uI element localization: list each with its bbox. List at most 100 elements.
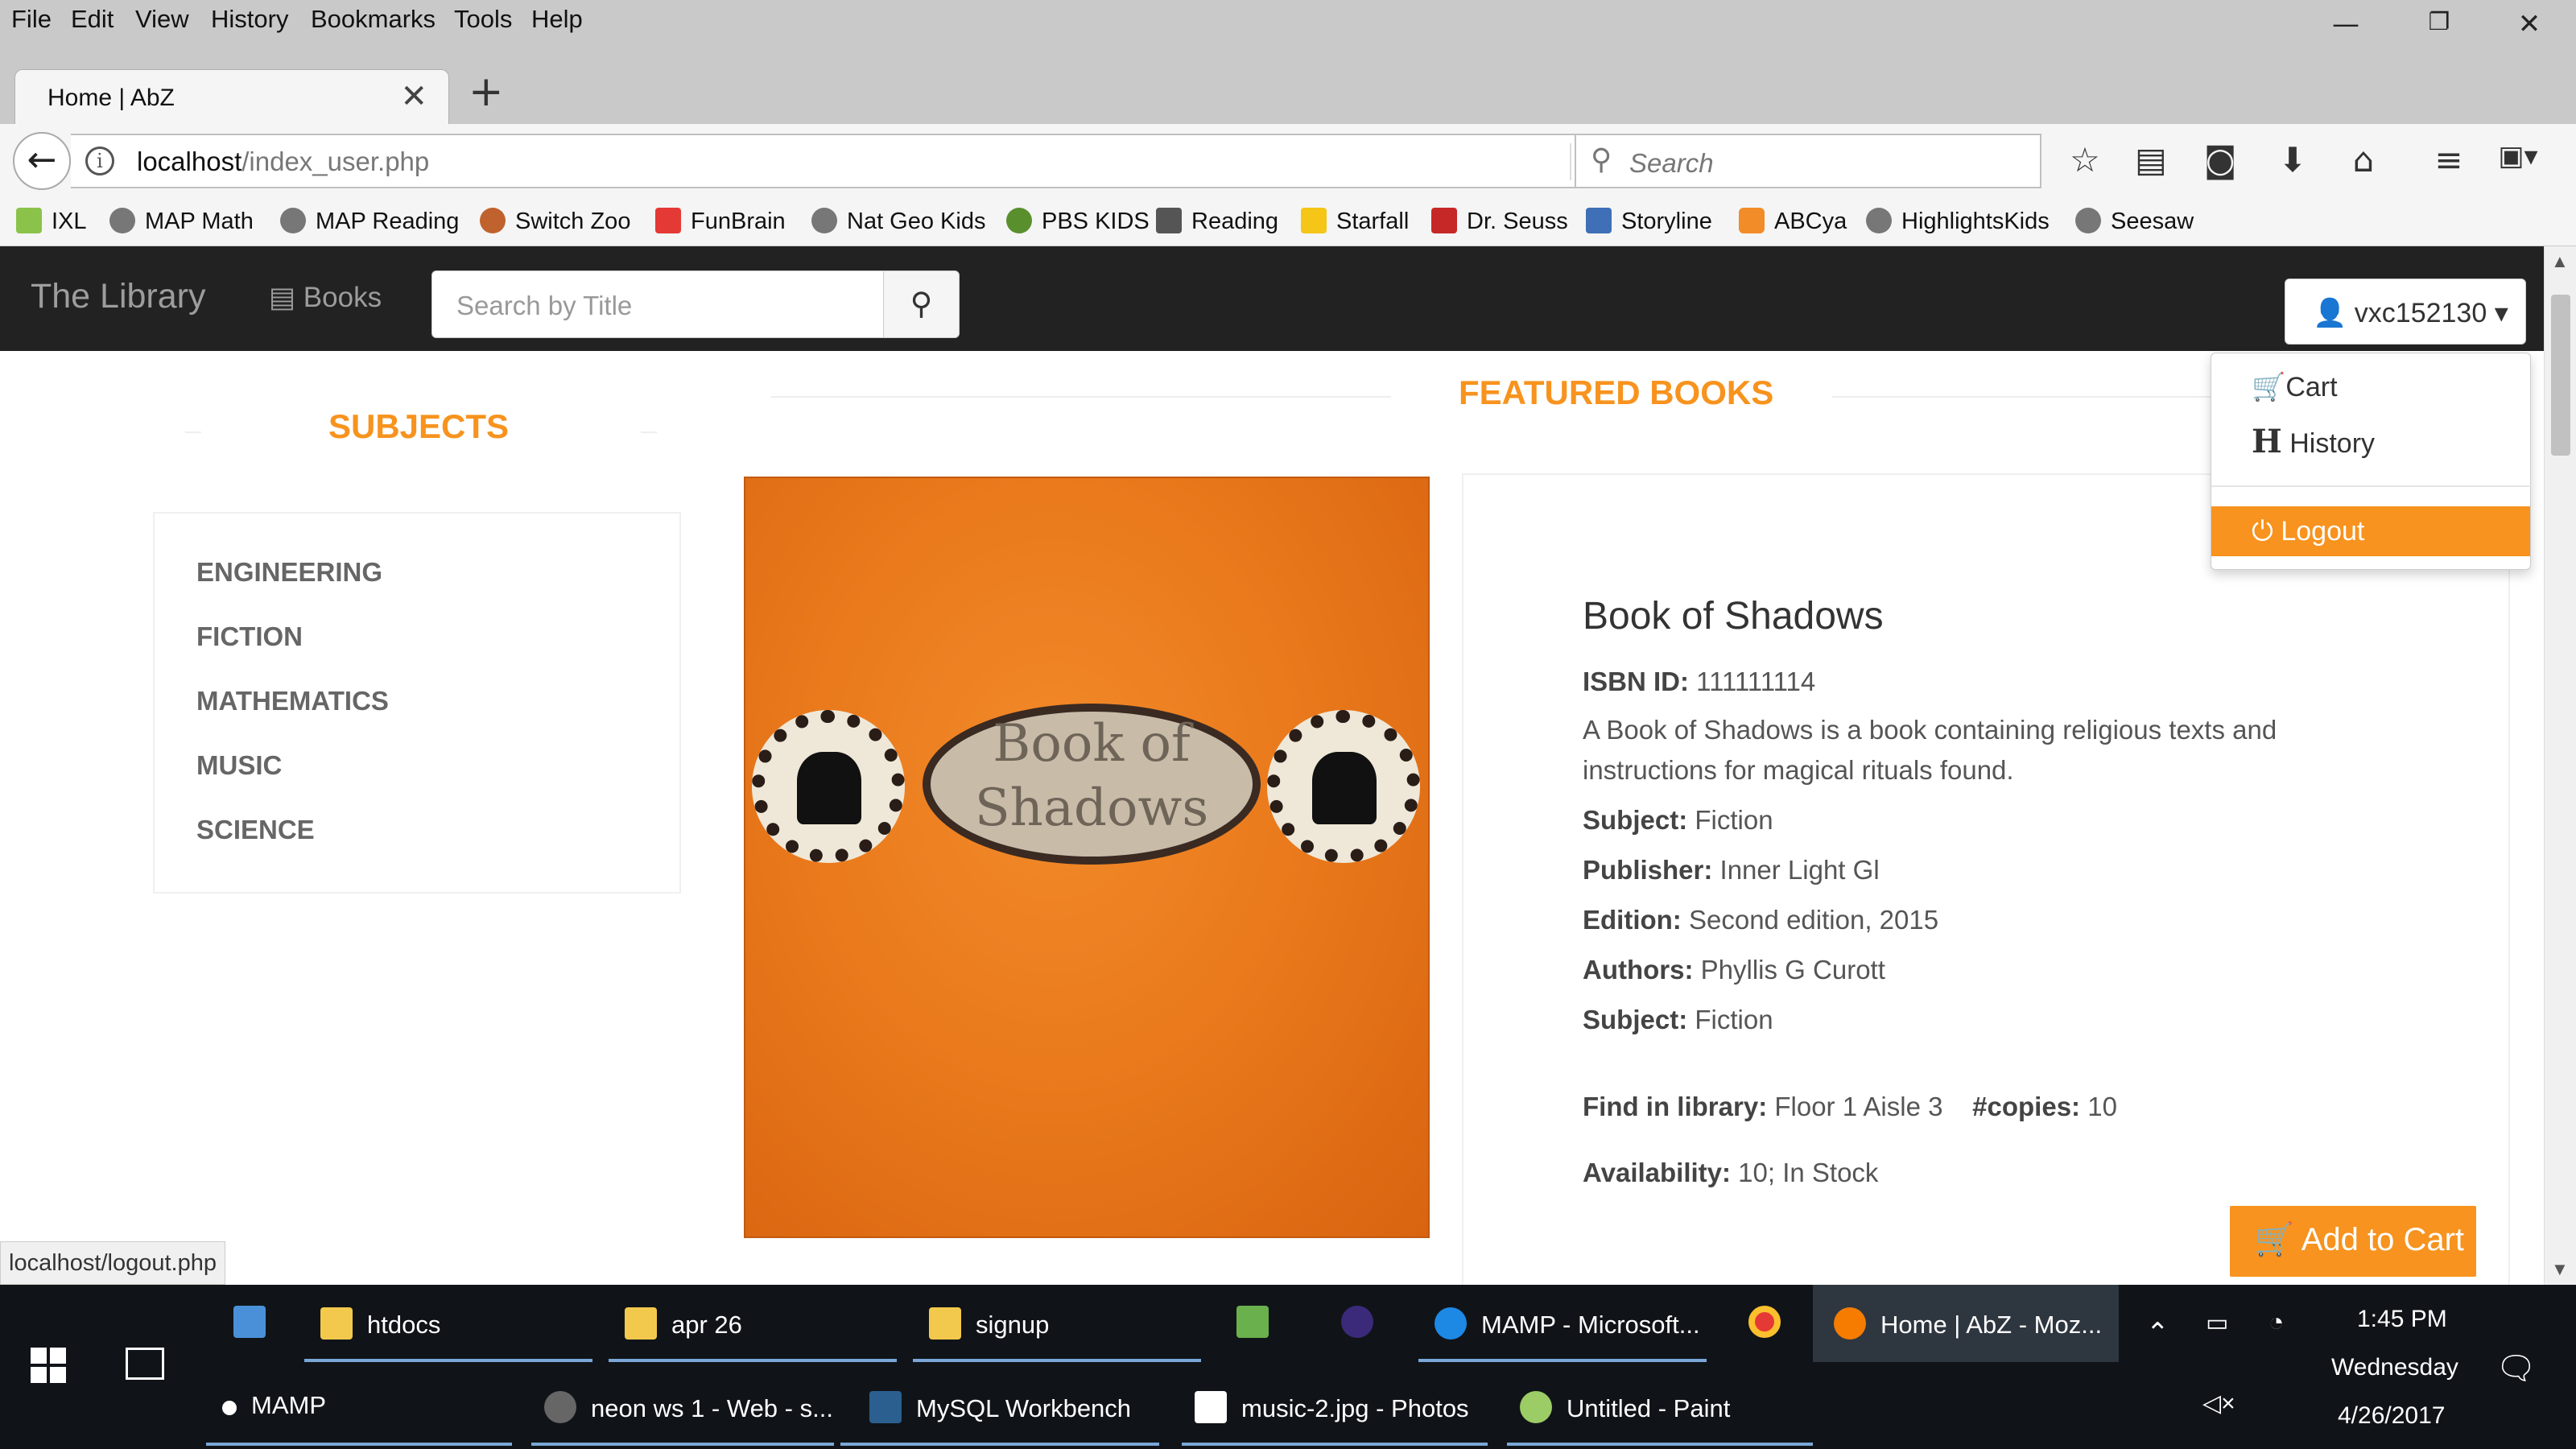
menu-history[interactable]: H History: [2252, 423, 2375, 460]
books-link[interactable]: ▤ Books: [269, 282, 382, 314]
url-bar[interactable]: i localhost/index_user.php ↻: [71, 134, 1642, 188]
add-to-cart-button[interactable]: 🛒 Add to Cart: [2230, 1206, 2476, 1277]
bookmark-ixl[interactable]: IXL: [16, 208, 87, 235]
site-brand[interactable]: The Library: [31, 277, 205, 316]
browser-search-input[interactable]: ⚲ Search: [1575, 134, 2041, 188]
scroll-thumb[interactable]: [2551, 295, 2570, 456]
windows-start-icon[interactable]: [31, 1348, 66, 1383]
subject-engineering[interactable]: ENGINEERING: [196, 557, 382, 588]
close-window-icon[interactable]: ✕: [2505, 8, 2553, 48]
globe-icon: [109, 208, 135, 233]
menu-logout[interactable]: ⏻ Logout: [2211, 506, 2530, 556]
subjects-divider-right: [641, 431, 657, 433]
taskbar-eclipse[interactable]: [1341, 1306, 1388, 1338]
computer-icon: [233, 1306, 266, 1338]
scroll-down-icon[interactable]: ▼: [2551, 1259, 2569, 1280]
taskbar-signup[interactable]: signup: [929, 1307, 1049, 1340]
photos-icon: [1195, 1391, 1227, 1423]
bookmark-starfall[interactable]: Starfall: [1301, 208, 1409, 235]
tab-home[interactable]: Home | AbZ ✕: [14, 69, 449, 126]
volume-muted-icon[interactable]: ◁×: [2202, 1389, 2235, 1418]
mamp-icon: [222, 1401, 237, 1415]
book-cover-image[interactable]: Book of Shadows: [744, 477, 1430, 1238]
taskbar-apr26[interactable]: apr 26: [625, 1307, 742, 1340]
bookmark-pbs-kids[interactable]: PBS KIDS: [1006, 208, 1150, 235]
menu-edit[interactable]: Edit: [71, 5, 114, 34]
restore-icon[interactable]: ❐: [2415, 8, 2463, 48]
search-icon: ⚲: [1591, 143, 1612, 176]
menu-bookmarks[interactable]: Bookmarks: [311, 5, 436, 34]
browser-search-placeholder: Search: [1629, 148, 1714, 178]
tab-close-icon[interactable]: ✕: [400, 78, 427, 115]
taskbar-htdocs[interactable]: htdocs: [320, 1307, 440, 1340]
user-dropdown-button[interactable]: 👤 vxc152130 ▾: [2285, 279, 2526, 345]
bookmark-reading[interactable]: Reading: [1156, 208, 1278, 235]
bookmark-switch-zoo[interactable]: Switch Zoo: [480, 208, 630, 235]
bookmark-highlightskids[interactable]: HighlightsKids: [1866, 208, 2050, 235]
scroll-up-icon[interactable]: ▲: [2551, 251, 2569, 272]
menu-cart[interactable]: 🛒Cart: [2252, 371, 2338, 403]
minimize-icon[interactable]: —: [2322, 8, 2370, 48]
ixl-icon: [16, 208, 42, 233]
subject-fiction[interactable]: FICTION: [196, 621, 303, 652]
dr-seuss-icon: [1431, 208, 1457, 233]
taskbar-underline: [1507, 1443, 1813, 1446]
menu-history[interactable]: History: [211, 5, 288, 34]
subject-science[interactable]: SCIENCE: [196, 815, 315, 845]
show-hidden-icons-chevron-icon[interactable]: ⌃: [2146, 1317, 2169, 1349]
page-content: The Library ▤ Books Search by Title ⚲ 👤 …: [0, 246, 2544, 1285]
bookmark-storyline[interactable]: Storyline: [1586, 208, 1712, 235]
search-button[interactable]: ⚲: [883, 271, 959, 337]
wifi-icon[interactable]: ◔: [2268, 1307, 2284, 1337]
globe-icon: [280, 208, 306, 233]
caret-down-icon: ▾: [2487, 298, 2508, 328]
subject-music[interactable]: MUSIC: [196, 750, 282, 781]
taskbar-mamp[interactable]: MAMP: [222, 1391, 326, 1420]
taskbar-underline: [609, 1359, 897, 1362]
taskbar-firefox[interactable]: Home | AbZ - Moz...: [1834, 1307, 2102, 1340]
bookmark-seesaw[interactable]: Seesaw: [2075, 208, 2194, 235]
username: vxc152130: [2354, 298, 2487, 328]
pocket-icon[interactable]: ◙: [2196, 140, 2244, 184]
bookmark-map-math[interactable]: MAP Math: [109, 208, 254, 235]
witch-silhouette-icon: [797, 752, 861, 824]
menu-tools[interactable]: Tools: [454, 5, 512, 34]
menu-file[interactable]: File: [11, 5, 52, 34]
title-search-input[interactable]: Search by Title ⚲: [431, 270, 960, 338]
eclipse-neon-icon: [544, 1391, 576, 1423]
subject-mathematics[interactable]: MATHEMATICS: [196, 686, 389, 716]
home-icon[interactable]: ⌂: [2339, 140, 2388, 184]
profile-icon[interactable]: ▣▾: [2494, 140, 2542, 184]
user-dropdown-menu: 🛒Cart H History ⏻ Logout: [2211, 353, 2532, 570]
page-scrollbar[interactable]: ▲ ▼: [2544, 246, 2576, 1285]
taskbar-notepad[interactable]: [1236, 1306, 1283, 1338]
battery-icon[interactable]: ▭: [2206, 1309, 2228, 1337]
bookmark-funbrain[interactable]: FunBrain: [655, 208, 786, 235]
taskbar-edge-mamp[interactable]: MAMP - Microsoft...: [1435, 1307, 1700, 1340]
menu-view[interactable]: View: [135, 5, 189, 34]
search-icon: ⚲: [910, 286, 933, 321]
menu-help[interactable]: Help: [531, 5, 583, 34]
bookmark-star-icon[interactable]: ☆: [2061, 140, 2109, 184]
taskbar-chrome[interactable]: [1748, 1306, 1795, 1338]
pbs-kids-icon: [1006, 208, 1032, 233]
task-view-icon[interactable]: [126, 1348, 164, 1380]
bookmark-abcya[interactable]: ABCya: [1739, 208, 1847, 235]
download-icon[interactable]: ⬇: [2268, 140, 2317, 184]
clock-day: Wednesday: [2331, 1354, 2458, 1381]
taskbar-paint[interactable]: Untitled - Paint: [1520, 1391, 1730, 1423]
bookmark-map-reading[interactable]: MAP Reading: [280, 208, 459, 235]
storyline-icon: [1586, 208, 1612, 233]
taskbar-neon[interactable]: neon ws 1 - Web - s...: [544, 1391, 833, 1423]
new-tab-icon[interactable]: +: [469, 68, 504, 116]
reading-list-icon[interactable]: ▤: [2127, 140, 2175, 184]
taskbar-mysql-workbench[interactable]: MySQL Workbench: [869, 1391, 1131, 1423]
action-center-icon[interactable]: 🗨: [2496, 1349, 2537, 1387]
info-icon[interactable]: i: [85, 147, 114, 175]
bookmark-dr-seuss[interactable]: Dr. Seuss: [1431, 208, 1568, 235]
taskbar-desktop-icon[interactable]: [233, 1306, 280, 1338]
hamburger-menu-icon[interactable]: ≡: [2425, 140, 2473, 184]
taskbar-photos[interactable]: music-2.jpg - Photos: [1195, 1391, 1469, 1423]
bookmark-nat-geo-kids[interactable]: Nat Geo Kids: [811, 208, 985, 235]
back-arrow-icon[interactable]: ←: [13, 132, 71, 190]
